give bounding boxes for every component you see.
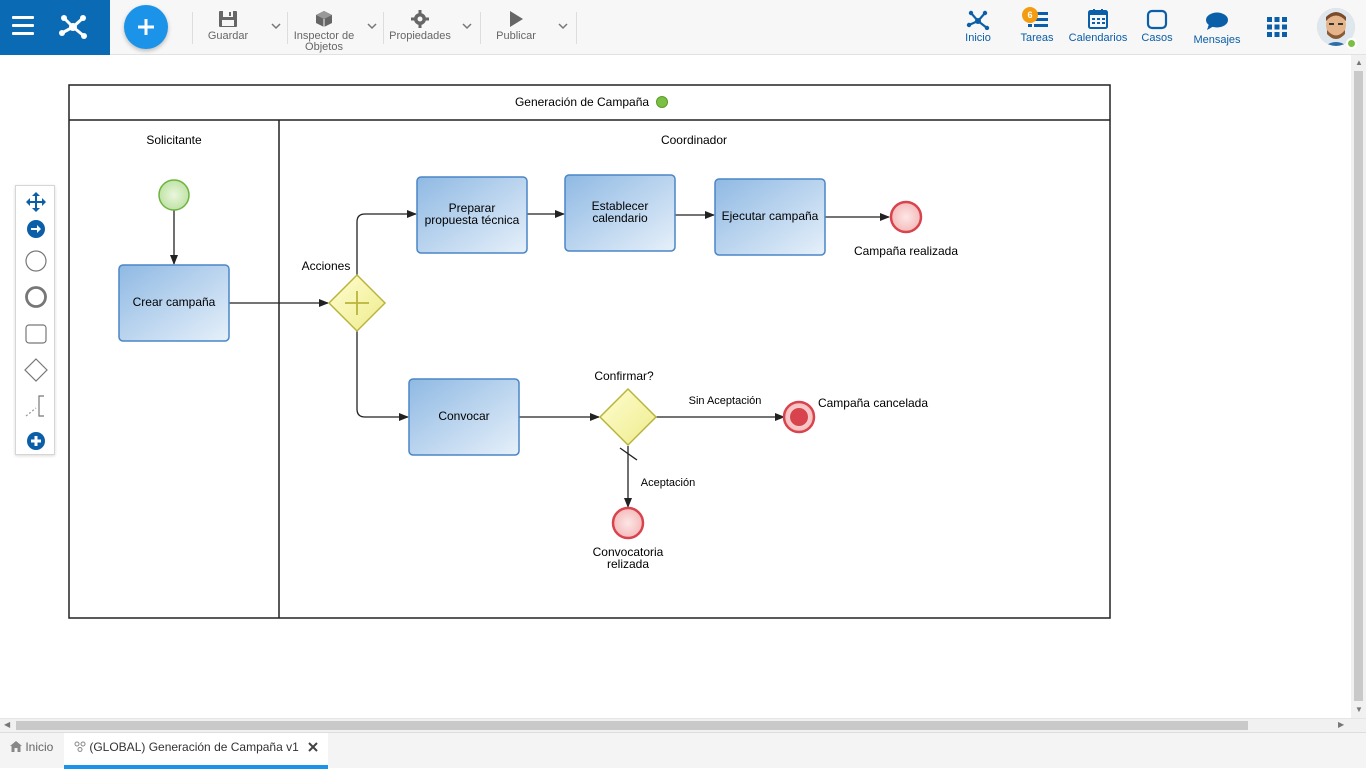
cases-icon (1146, 9, 1168, 30)
properties-button[interactable]: Propiedades (386, 8, 454, 52)
tab-process-document-label: (GLOBAL) Generación de Campaña v1 (89, 740, 299, 754)
nav-home[interactable]: Inicio (957, 8, 999, 52)
end-event-cancelled-label: Campaña cancelada (818, 396, 928, 410)
process-diagram-icon (74, 741, 86, 752)
nav-home-label: Inicio (965, 32, 991, 44)
horizontal-scrollbar[interactable]: ◀ ▶ (0, 718, 1366, 732)
save-label: Guardar (207, 30, 249, 42)
task-prepare-label-2: propuesta técnica (425, 213, 520, 227)
toolbar-divider (383, 12, 384, 44)
save-button[interactable]: Guardar (198, 8, 258, 52)
cube-icon (316, 11, 332, 27)
nav-calendars-label: Calendarios (1068, 32, 1128, 44)
scroll-up-icon[interactable]: ▲ (1355, 58, 1363, 67)
lane-title-requester: Solicitante (146, 133, 202, 147)
save-icon (219, 11, 237, 27)
nav-tasks-label: Tareas (1020, 32, 1054, 44)
toolbar-divider (576, 12, 577, 44)
element-palette (15, 185, 55, 455)
apps-grid-icon[interactable] (1267, 17, 1287, 37)
end-event-summoned-label-2: relizada (607, 557, 649, 571)
add-button[interactable] (124, 5, 168, 49)
flow-rejected-label: Sin Aceptación (689, 395, 762, 407)
hamburger-menu-icon[interactable] (12, 16, 34, 38)
close-tab-icon[interactable] (308, 742, 318, 752)
task-shape-icon[interactable] (24, 322, 48, 346)
nav-cases[interactable]: Casos (1138, 8, 1176, 52)
pool-status-dot (656, 96, 668, 108)
annotation-shape-icon[interactable] (24, 394, 48, 418)
toolbar-divider (480, 12, 481, 44)
task-execute-label: Ejecutar campaña (722, 209, 819, 223)
end-event-summoned[interactable] (611, 506, 645, 540)
gear-icon (411, 10, 429, 28)
task-schedule-label-2: calendario (592, 211, 648, 225)
gateway-confirm-label: Confirmar? (594, 369, 654, 383)
pool-title: Generación de Campaña (515, 95, 649, 109)
online-status-indicator (1346, 38, 1357, 49)
nav-messages-label: Mensajes (1193, 34, 1241, 46)
scroll-right-icon[interactable]: ▶ (1338, 720, 1344, 729)
tab-home-label: Inicio (25, 740, 54, 754)
start-event-shape-icon[interactable] (24, 249, 48, 273)
publish-dropdown-chevron-icon[interactable] (557, 20, 569, 32)
process-home-icon (966, 10, 990, 30)
task-create-label: Crear campaña (133, 295, 216, 309)
publish-label: Publicar (496, 30, 536, 42)
move-tool-icon[interactable] (24, 190, 48, 214)
toolbar-divider (287, 12, 288, 44)
tasks-count-badge: 6 (1022, 7, 1038, 23)
end-event-done-label: Campaña realizada (854, 244, 958, 258)
publish-button[interactable]: Publicar (486, 8, 546, 52)
nav-calendars[interactable]: Calendarios (1066, 8, 1130, 52)
gateway-shape-icon[interactable] (24, 358, 48, 382)
tab-home[interactable]: Inicio (0, 733, 64, 769)
nav-cases-label: Casos (1141, 32, 1173, 44)
top-toolbar: Guardar Inspector de Objetos Propiedades… (0, 0, 1366, 55)
nav-messages[interactable]: Mensajes (1190, 10, 1244, 54)
home-icon (10, 741, 22, 752)
tab-bar: Inicio (GLOBAL) Generación de Campaña v1 (0, 732, 1366, 769)
end-event-done[interactable] (889, 200, 923, 234)
vertical-scrollbar[interactable]: ▲ ▼ (1351, 55, 1366, 718)
calendar-icon (1088, 9, 1108, 29)
task-create[interactable]: Crear campaña (118, 264, 230, 342)
scroll-left-icon[interactable]: ◀ (4, 720, 10, 729)
diagram-canvas[interactable]: Generación de Campaña Solicitante Coordi… (0, 55, 1351, 718)
end-event-cancelled[interactable] (782, 400, 816, 434)
pool[interactable] (68, 84, 1111, 619)
chat-bubble-icon (1206, 12, 1228, 30)
flow-accepted-label: Aceptación (641, 477, 695, 489)
nav-tasks[interactable]: 6 Tareas (1015, 7, 1059, 52)
end-event-shape-icon[interactable] (24, 285, 48, 309)
scroll-down-icon[interactable]: ▼ (1355, 705, 1363, 714)
toolbar-divider (192, 12, 193, 44)
task-summon[interactable]: Convocar (408, 378, 520, 456)
save-dropdown-chevron-icon[interactable] (270, 20, 282, 32)
horizontal-scroll-thumb[interactable] (16, 721, 1248, 730)
app-logo-icon[interactable] (56, 9, 90, 43)
connect-arrow-icon[interactable] (24, 217, 48, 241)
start-event[interactable] (158, 179, 190, 211)
properties-label: Propiedades (389, 30, 451, 42)
vertical-scroll-thumb[interactable] (1354, 71, 1363, 701)
brand-area (0, 0, 110, 55)
play-icon (510, 11, 523, 27)
tab-process-document[interactable]: (GLOBAL) Generación de Campaña v1 (64, 733, 328, 769)
task-execute[interactable]: Ejecutar campaña (714, 178, 826, 256)
more-shapes-plus-icon[interactable] (24, 429, 48, 453)
task-prepare[interactable]: Preparar propuesta técnica (416, 176, 528, 254)
object-inspector-button[interactable]: Inspector de Objetos (290, 8, 358, 53)
task-summon-label: Convocar (438, 409, 489, 423)
inspector-dropdown-chevron-icon[interactable] (366, 20, 378, 32)
properties-dropdown-chevron-icon[interactable] (461, 20, 473, 32)
bpmn-diagram: Generación de Campaña Solicitante Coordi… (68, 84, 1111, 619)
gateway-actions-label: Acciones (302, 259, 351, 273)
inspector-label-2: Objetos (305, 41, 343, 53)
plus-icon (138, 19, 154, 35)
lane-title-coordinator: Coordinador (661, 133, 727, 147)
task-schedule[interactable]: Establecer calendario (564, 174, 676, 252)
